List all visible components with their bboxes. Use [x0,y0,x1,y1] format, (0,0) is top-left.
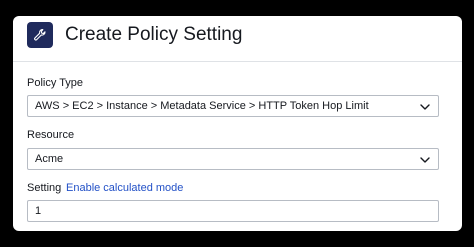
resource-label: Resource [27,129,75,141]
header-divider [13,61,462,62]
policy-type-label: Policy Type [27,77,84,89]
policy-type-value: AWS > EC2 > Instance > Metadata Service … [35,100,369,112]
wrench-icon [27,22,53,48]
chevron-down-icon [420,157,430,163]
setting-input[interactable]: 1 [27,200,439,222]
enable-calculated-mode-link[interactable]: Enable calculated mode [66,182,183,194]
create-policy-setting-dialog: Create Policy Setting Policy Type AWS > … [13,16,462,231]
page-title: Create Policy Setting [65,24,243,45]
policy-type-select[interactable]: AWS > EC2 > Instance > Metadata Service … [27,95,439,117]
setting-value: 1 [35,205,42,217]
dialog-header: Create Policy Setting [13,16,462,59]
resource-select[interactable]: Acme [27,148,439,170]
setting-label: Setting [27,182,62,194]
chevron-down-icon [420,104,430,110]
resource-value: Acme [35,153,64,165]
